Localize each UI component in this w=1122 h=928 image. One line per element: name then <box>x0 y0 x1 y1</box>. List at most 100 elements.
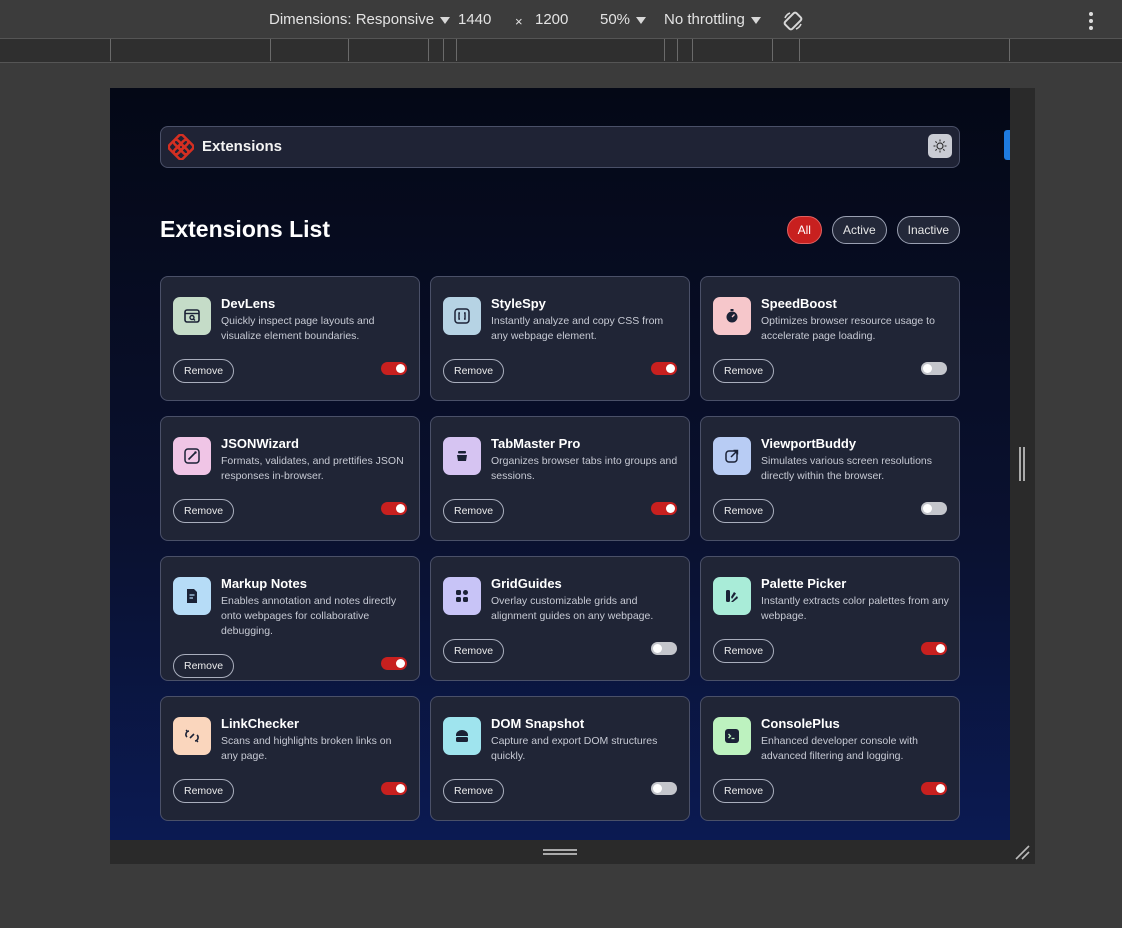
rotate-icon[interactable] <box>782 10 804 32</box>
extension-card-tabmaster-pro: TabMaster Pro Organizes browser tabs into… <box>430 416 690 541</box>
toggle-knob <box>936 644 945 653</box>
remove-button[interactable]: Remove <box>713 359 775 383</box>
extension-icon-tile <box>713 297 751 335</box>
snapshot-icon <box>456 730 468 742</box>
throttling-dropdown[interactable]: No throttling <box>664 11 761 28</box>
extension-card-devlens: DevLens Quickly inspect page layouts and … <box>160 276 420 401</box>
extension-icon-tile <box>443 437 481 475</box>
resize-handle-bottom[interactable] <box>543 849 577 855</box>
extension-card-markup-notes: Markup Notes Enables annotation and notes… <box>160 556 420 681</box>
toggle-knob <box>936 784 945 793</box>
extension-description: Enables annotation and notes directly on… <box>221 595 397 637</box>
active-toggle[interactable] <box>921 782 947 795</box>
chevron-down-icon <box>636 16 647 24</box>
chevron-down-icon <box>440 16 451 24</box>
grid-icon <box>456 590 468 602</box>
throttling-label: No throttling <box>664 11 745 28</box>
times-symbol: × <box>515 14 523 29</box>
brand-name: Extensions <box>202 138 283 155</box>
extension-icon-tile <box>173 297 211 335</box>
extension-icon-tile <box>713 577 751 615</box>
page-title: Extensions List <box>160 216 330 242</box>
active-toggle[interactable] <box>381 657 407 670</box>
extension-card-gridguides: GridGuides Overlay customizable grids and… <box>430 556 690 681</box>
filter-group: All Active Inactive <box>786 216 960 244</box>
width-input[interactable]: 1440 <box>458 11 491 28</box>
dimensions-dropdown[interactable]: Dimensions: Responsive <box>269 11 451 28</box>
extension-description: Simulates various screen resolutions dir… <box>761 455 932 482</box>
filter-inactive-button[interactable]: Inactive <box>896 216 960 244</box>
active-toggle[interactable] <box>651 362 677 375</box>
extension-name: StyleSpy <box>491 296 546 311</box>
page-viewport: Extensions Extensions List All Active In… <box>110 88 1010 840</box>
toggle-knob <box>666 504 675 513</box>
devtools-toolbar: Dimensions: Responsive 1440 × 1200 50% N… <box>0 0 1122 39</box>
toggle-knob <box>653 784 662 793</box>
remove-button[interactable]: Remove <box>173 654 235 678</box>
remove-button[interactable]: Remove <box>713 499 775 523</box>
extension-description: Overlay customizable grids and alignment… <box>491 595 654 622</box>
extension-name: DevLens <box>221 296 276 311</box>
extension-icon-tile <box>443 297 481 335</box>
active-toggle[interactable] <box>921 642 947 655</box>
chevron-down-icon <box>750 16 761 24</box>
wand-icon <box>184 448 200 464</box>
remove-button[interactable]: Remove <box>443 639 505 663</box>
remove-button[interactable]: Remove <box>173 499 235 523</box>
zoom-dropdown[interactable]: 50% <box>600 11 647 28</box>
toggle-knob <box>653 644 662 653</box>
active-toggle[interactable] <box>921 362 947 375</box>
filter-active-button[interactable]: Active <box>831 216 887 244</box>
extension-description: Formats, validates, and prettifies JSON … <box>221 455 404 482</box>
terminal-icon <box>725 729 739 743</box>
extension-description: Enhanced developer console with advanced… <box>761 735 919 762</box>
extension-card-stylespy: StyleSpy Instantly analyze and copy CSS f… <box>430 276 690 401</box>
logo-icon <box>168 134 194 160</box>
extension-card-linkchecker: LinkChecker Scans and highlights broken l… <box>160 696 420 821</box>
extension-description: Capture and export DOM structures quickl… <box>491 735 658 762</box>
toggle-knob <box>396 784 405 793</box>
remove-button[interactable]: Remove <box>173 779 235 803</box>
active-toggle[interactable] <box>651 502 677 515</box>
extension-name: LinkChecker <box>221 716 300 731</box>
remove-button[interactable]: Remove <box>443 499 505 523</box>
extension-icon-tile <box>713 717 751 755</box>
extension-card-consoleplus: ConsolePlus Enhanced developer console wi… <box>700 696 960 821</box>
remove-button[interactable]: Remove <box>443 779 505 803</box>
extension-name: Markup Notes <box>221 576 307 591</box>
extension-icon-tile <box>443 717 481 755</box>
remove-button[interactable]: Remove <box>173 359 235 383</box>
filter-all-button[interactable]: All <box>786 216 822 244</box>
active-toggle[interactable] <box>921 502 947 515</box>
active-toggle[interactable] <box>651 782 677 795</box>
remove-button[interactable]: Remove <box>443 359 505 383</box>
toggle-knob <box>923 364 932 373</box>
extension-description: Scans and highlights broken links on any… <box>221 735 392 762</box>
remove-button[interactable]: Remove <box>713 779 775 803</box>
broken-link-icon <box>185 729 199 743</box>
remove-button[interactable]: Remove <box>713 639 775 663</box>
active-toggle[interactable] <box>381 782 407 795</box>
stopwatch-icon <box>726 309 738 323</box>
toggle-knob <box>396 364 405 373</box>
active-toggle[interactable] <box>381 362 407 375</box>
height-input[interactable]: 1200 <box>535 11 568 28</box>
resize-handle-right[interactable] <box>1019 447 1025 481</box>
media-query-ruler <box>0 39 1122 63</box>
extension-card-speedboost: SpeedBoost Optimizes browser resource usa… <box>700 276 960 401</box>
more-options-icon[interactable] <box>1088 12 1094 30</box>
extension-card-palette-picker: Palette Picker Instantly extracts color p… <box>700 556 960 681</box>
extension-name: TabMaster Pro <box>491 436 581 451</box>
tab-stack-icon <box>457 451 467 461</box>
theme-toggle-button[interactable] <box>928 134 952 158</box>
extension-description: Instantly analyze and copy CSS from any … <box>491 315 664 342</box>
extension-description: Optimizes browser resource usage to acce… <box>761 315 935 342</box>
extension-name: ViewportBuddy <box>761 436 857 451</box>
extension-icon-tile <box>173 717 211 755</box>
resize-corner-icon[interactable] <box>1014 844 1030 860</box>
toggle-knob <box>396 504 405 513</box>
extension-name: GridGuides <box>491 576 562 591</box>
app-header: Extensions <box>160 126 960 168</box>
active-toggle[interactable] <box>381 502 407 515</box>
active-toggle[interactable] <box>651 642 677 655</box>
